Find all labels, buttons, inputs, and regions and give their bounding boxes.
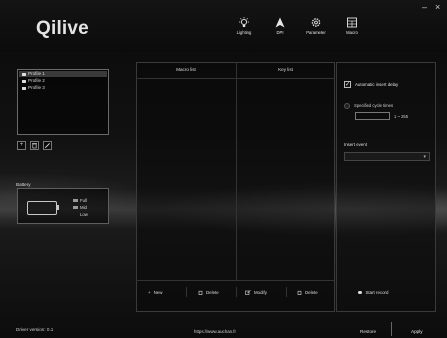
folder-icon	[22, 72, 26, 76]
specified-cycle-radio[interactable]	[344, 103, 350, 109]
battery-legend-full: Full	[73, 198, 87, 203]
website-link[interactable]: https://www.auchan.fr	[194, 329, 236, 334]
tab-parameter[interactable]: Parameter	[299, 17, 333, 43]
restore-button[interactable]: Restore	[360, 329, 376, 334]
tab-macro[interactable]: Macro	[335, 17, 369, 43]
folder-icon	[22, 79, 26, 83]
key-list[interactable]	[237, 79, 334, 279]
record-dot-icon	[358, 290, 362, 295]
tab-lighting-label: Lighting	[236, 30, 252, 35]
key-list-header: Key list	[278, 67, 293, 72]
profile-item-1[interactable]: Profile 1	[19, 71, 107, 77]
minimize-button[interactable]: –	[422, 3, 427, 12]
profile-label: Profile 3	[28, 85, 45, 90]
delete-macro-button[interactable]: Delete	[198, 290, 219, 295]
plus-icon: +	[148, 290, 151, 295]
edit-profile-button[interactable]	[43, 141, 52, 150]
cycle-times-input[interactable]	[355, 112, 390, 120]
new-macro-button[interactable]: + New	[148, 290, 162, 295]
button-divider	[236, 287, 237, 297]
trash-icon	[32, 143, 37, 149]
button-divider	[186, 287, 187, 297]
profile-label: Profile 1	[28, 71, 45, 76]
delete-key-button[interactable]: Delete	[297, 290, 318, 295]
battery-legend-mid: Mid	[73, 205, 87, 210]
edit-icon	[245, 290, 251, 295]
add-profile-button[interactable]: +	[17, 141, 26, 150]
auto-insert-delay-checkbox[interactable]: ✓	[344, 81, 351, 88]
pencil-icon	[44, 143, 50, 149]
battery-tip	[57, 205, 59, 210]
battery-icon	[27, 201, 57, 215]
auto-insert-delay-label: Automatic insert delay	[355, 82, 399, 87]
gear-icon	[311, 18, 321, 27]
macro-list-header: Macro list	[176, 67, 196, 72]
folder-icon	[22, 86, 26, 90]
macro-list[interactable]	[137, 79, 235, 279]
driver-version: Driver version: 0.1	[16, 327, 54, 332]
legend-swatch	[73, 199, 78, 202]
tab-lighting[interactable]: Lighting	[227, 17, 261, 43]
battery-legend-low: Low	[73, 212, 88, 217]
chevron-down-icon: ▾	[423, 154, 426, 160]
bulb-icon	[239, 17, 249, 27]
cursor-arrow-icon	[275, 17, 285, 28]
tab-macro-label: Macro	[346, 30, 358, 35]
plus-icon: +	[19, 142, 24, 148]
profile-item-3[interactable]: Profile 3	[19, 85, 107, 91]
tab-parameter-label: Parameter	[306, 30, 326, 35]
delete-profile-button[interactable]	[30, 141, 39, 150]
apply-button[interactable]: Apply	[411, 329, 423, 334]
profile-list: Profile 1 Profile 2 Profile 3	[17, 69, 109, 135]
tab-dpi-label: DPI	[276, 30, 284, 35]
profile-item-2[interactable]: Profile 2	[19, 78, 107, 84]
start-record-button[interactable]: Start record	[358, 290, 388, 295]
trash-icon	[297, 290, 302, 295]
legend-swatch	[73, 213, 78, 216]
trash-icon	[198, 290, 203, 295]
footer-separator	[391, 322, 392, 336]
specified-cycle-label: Specified cycle times	[354, 103, 394, 108]
insert-event-label: Insert event	[344, 142, 367, 147]
modify-key-button[interactable]: Modify	[245, 290, 267, 295]
insert-event-select[interactable]: ▾	[344, 152, 430, 161]
profile-label: Profile 2	[28, 78, 45, 83]
tab-dpi[interactable]: DPI	[263, 17, 297, 43]
battery-title: Battery	[16, 182, 31, 187]
cycle-range-label: 1 ~ 255	[394, 114, 409, 119]
close-button[interactable]: ×	[435, 3, 440, 12]
app-logo: Qilive	[36, 18, 89, 39]
legend-swatch	[73, 206, 78, 209]
keyboard-icon	[347, 17, 357, 28]
footer-divider	[136, 280, 335, 281]
options-panel	[336, 62, 436, 312]
button-divider	[286, 287, 287, 297]
